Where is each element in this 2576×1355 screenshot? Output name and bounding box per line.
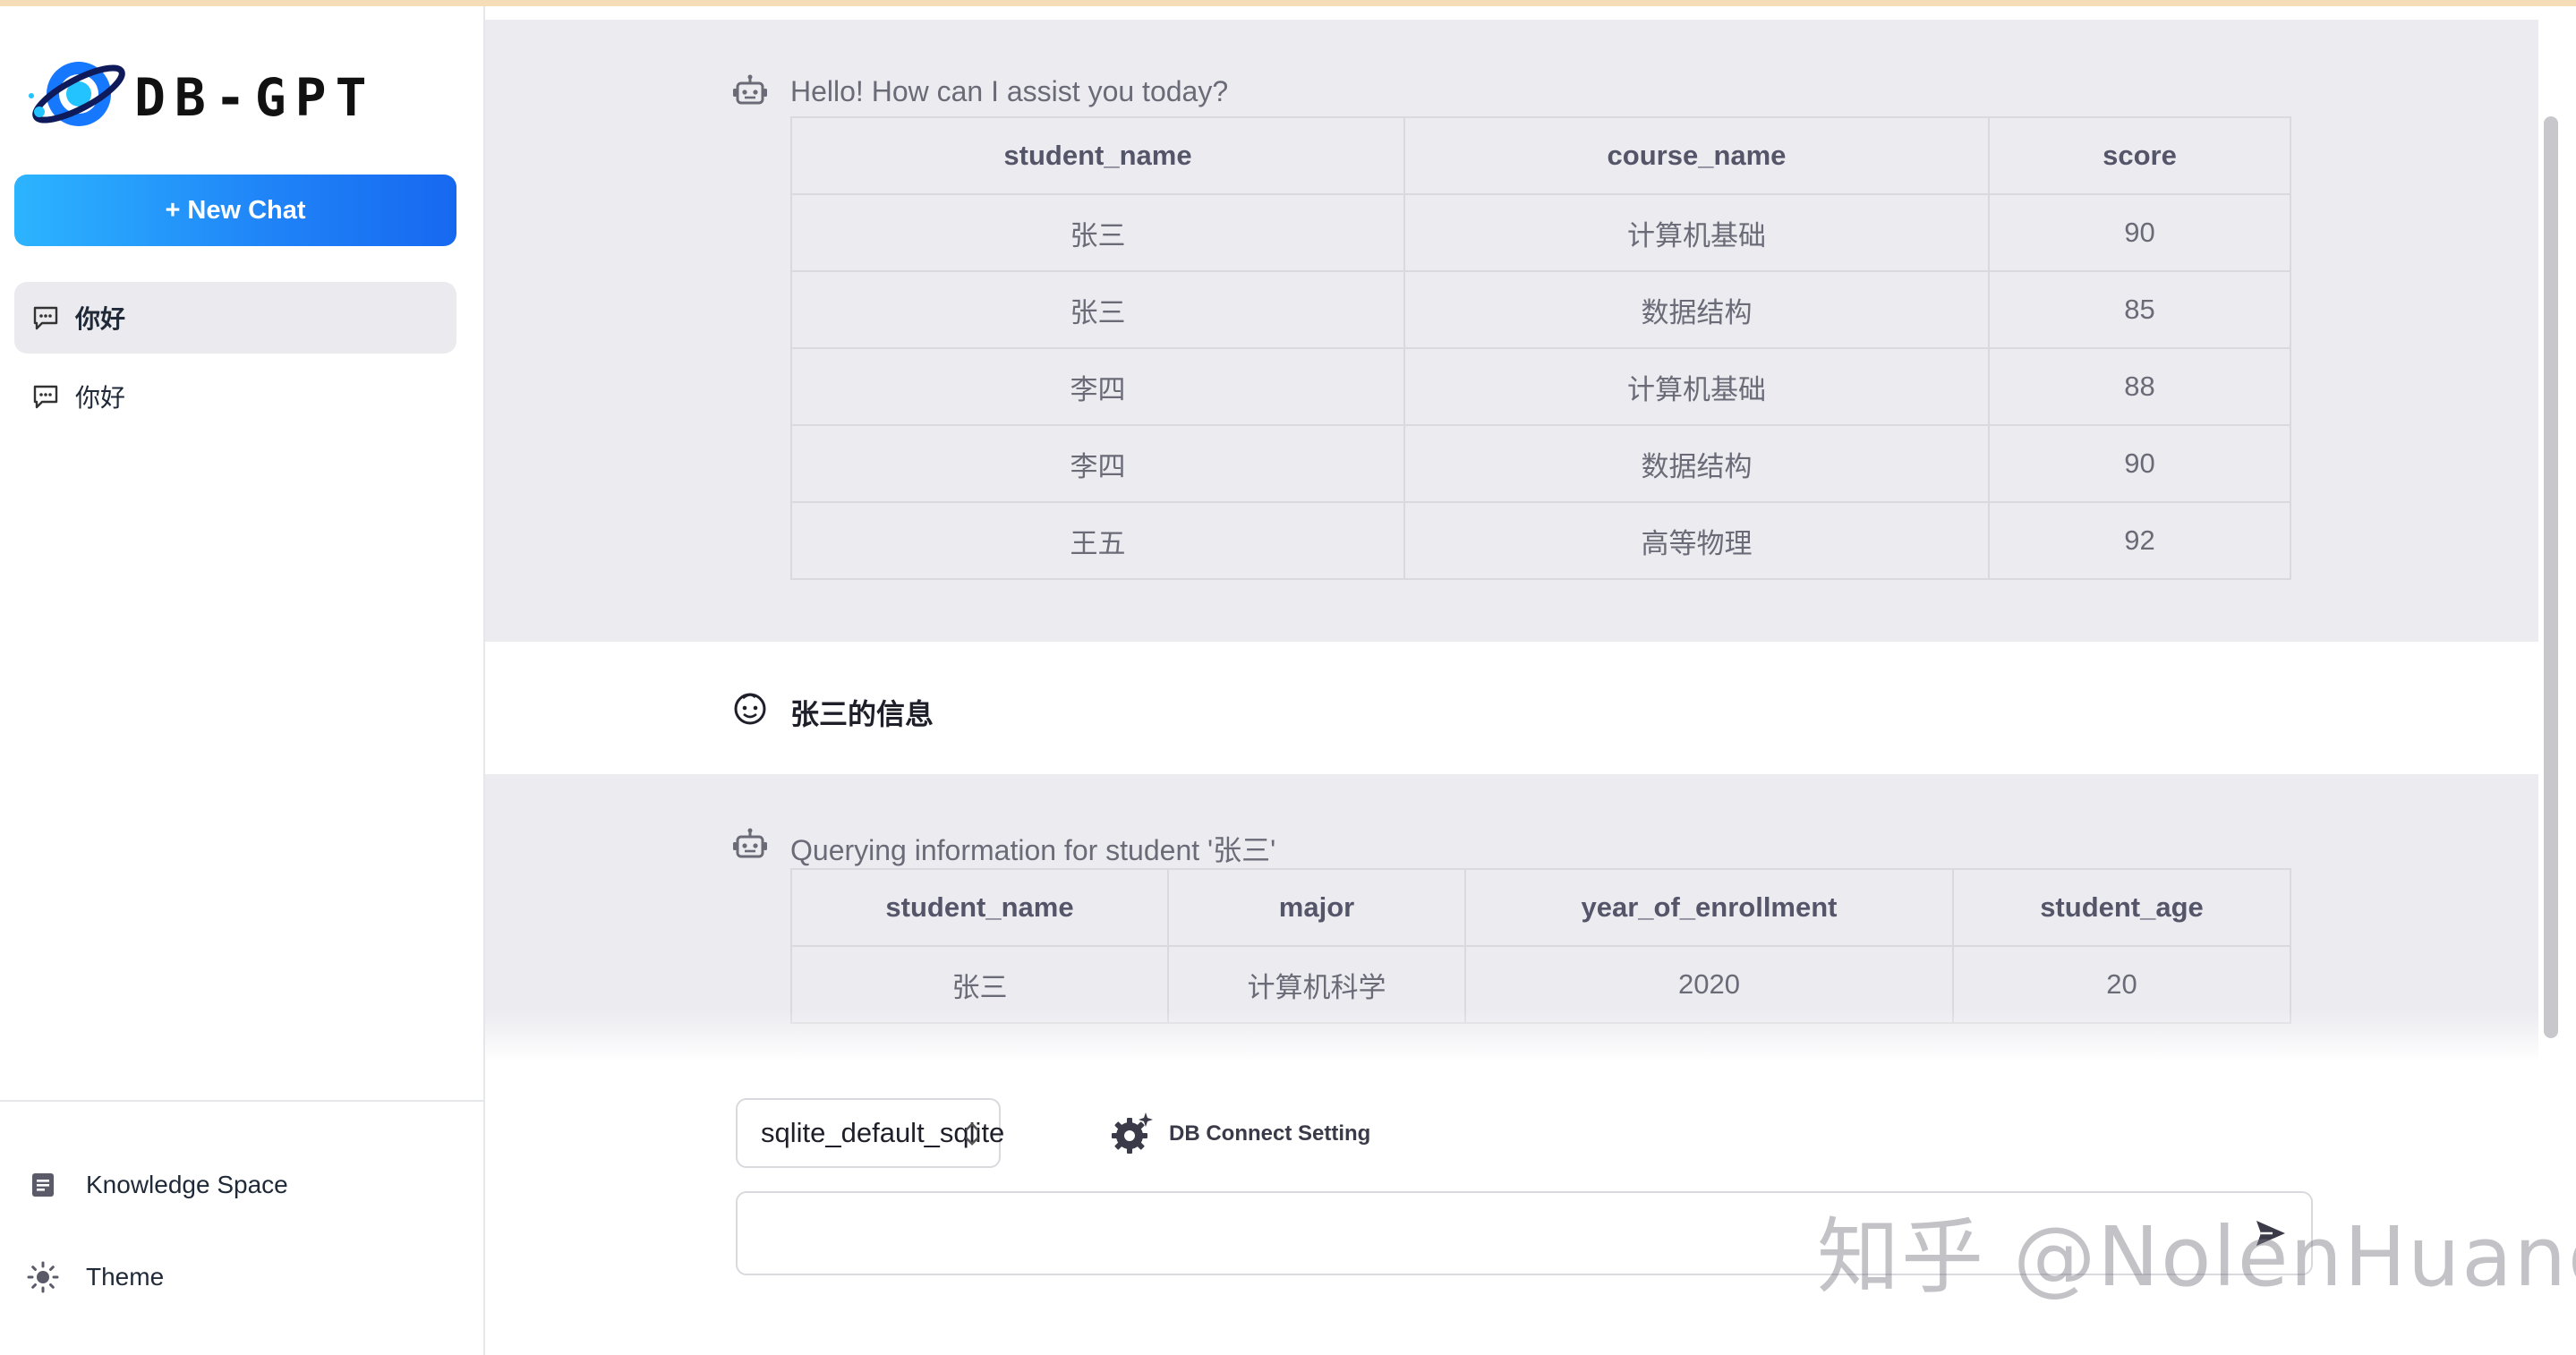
result-table: student_name major year_of_enrollment st…	[790, 868, 2291, 1024]
table-cell: 90	[1989, 425, 2290, 502]
table-header-row: student_name course_name score	[791, 117, 2290, 194]
conversation-item[interactable]: 你好	[14, 361, 456, 432]
chat-bubble-icon	[30, 381, 61, 412]
assistant-message-text: Querying information for student '张三'	[790, 828, 1275, 869]
chat-area: Hello! How can I assist you today? stude…	[485, 6, 2538, 1355]
table-cell: 90	[1989, 194, 2290, 271]
chat-bubble-icon	[30, 303, 61, 333]
column-header: major	[1168, 869, 1465, 946]
table-row: 李四 数据结构 90	[791, 425, 2290, 502]
sidebar: DB-GPT + New Chat 你好 你好 Knowledge Space …	[0, 6, 485, 1355]
table-cell: 85	[1989, 271, 2290, 348]
column-header: student_age	[1953, 869, 2290, 946]
conversation-label: 你好	[75, 300, 125, 336]
column-header: score	[1989, 117, 2290, 194]
table-row: 张三 数据结构 85	[791, 271, 2290, 348]
sun-icon	[25, 1259, 61, 1295]
assistant-message: Hello! How can I assist you today? stude…	[485, 20, 2538, 642]
conversation-label: 你好	[75, 379, 125, 414]
table-cell: 张三	[791, 271, 1404, 348]
table-row: 张三 计算机基础 90	[791, 194, 2290, 271]
column-header: student_name	[791, 117, 1404, 194]
chevron-up-down-icon	[961, 1118, 983, 1150]
db-connect-setting-label: DB Connect Setting	[1169, 1121, 1370, 1146]
logo: DB-GPT	[27, 49, 439, 139]
gear-icon	[1108, 1111, 1155, 1157]
knowledge-space-label: Knowledge Space	[86, 1171, 288, 1199]
conversation-item[interactable]: 你好	[14, 282, 456, 354]
user-message-text: 张三的信息	[790, 692, 934, 733]
table-cell: 88	[1989, 348, 2290, 425]
new-chat-button[interactable]: + New Chat	[14, 175, 456, 246]
table-cell: 高等物理	[1404, 502, 1989, 579]
user-message: 张三的信息	[485, 642, 2538, 774]
result-table: student_name course_name score 张三 计算机基础 …	[790, 116, 2291, 580]
book-icon	[25, 1167, 61, 1203]
watermark: 知乎 @NolenHuang	[1817, 1190, 2576, 1309]
database-select[interactable]: sqlite_default_sqlite	[736, 1098, 1001, 1168]
column-header: year_of_enrollment	[1465, 869, 1953, 946]
table-cell: 李四	[791, 425, 1404, 502]
table-cell: 计算机基础	[1404, 348, 1989, 425]
theme-link[interactable]: Theme	[25, 1250, 164, 1304]
table-header-row: student_name major year_of_enrollment st…	[791, 869, 2290, 946]
knowledge-space-link[interactable]: Knowledge Space	[25, 1158, 288, 1212]
column-header: course_name	[1404, 117, 1989, 194]
theme-label: Theme	[86, 1263, 164, 1291]
table-row: 王五 高等物理 92	[791, 502, 2290, 579]
robot-icon	[732, 827, 768, 863]
table-cell: 92	[1989, 502, 2290, 579]
logo-text: DB-GPT	[134, 67, 376, 128]
table-cell: 数据结构	[1404, 271, 1989, 348]
sidebar-divider	[0, 1100, 483, 1102]
assistant-message-text: Hello! How can I assist you today?	[790, 75, 1228, 108]
scroll-fade	[485, 1009, 2538, 1062]
robot-icon	[732, 73, 768, 109]
table-cell: 数据结构	[1404, 425, 1989, 502]
top-accent-strip	[0, 0, 2576, 6]
table-cell: 计算机基础	[1404, 194, 1989, 271]
table-cell: 李四	[791, 348, 1404, 425]
scrollbar-thumb[interactable]	[2544, 116, 2558, 1038]
table-row: 李四 计算机基础 88	[791, 348, 2290, 425]
smiley-icon	[732, 690, 768, 726]
column-header: student_name	[791, 869, 1168, 946]
db-connect-setting-button[interactable]: DB Connect Setting	[1108, 1107, 1370, 1161]
table-cell: 张三	[791, 194, 1404, 271]
table-cell: 王五	[791, 502, 1404, 579]
